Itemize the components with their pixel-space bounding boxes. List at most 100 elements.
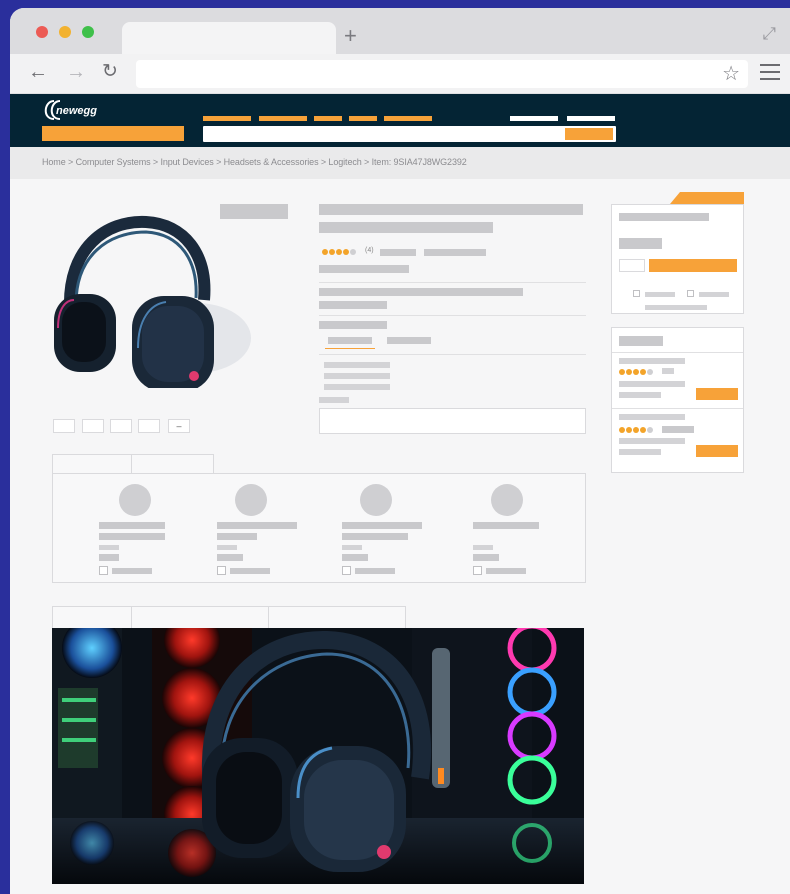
related-item-title [342, 522, 422, 529]
thumbnail-3[interactable] [110, 419, 132, 433]
nav-link-3[interactable] [314, 116, 342, 121]
product-lifestyle-image [52, 628, 584, 884]
option-tab-1-underline [325, 348, 375, 349]
related-item-subtitle [99, 533, 165, 540]
compare-checkbox[interactable] [633, 290, 640, 297]
feature-line-1 [319, 288, 523, 296]
description-tab-1[interactable] [52, 606, 132, 628]
offer-add-button[interactable] [696, 388, 738, 400]
badge-ribbon [670, 192, 744, 204]
compare-label [112, 568, 152, 574]
related-item-2[interactable] [217, 484, 307, 579]
related-item-1[interactable] [99, 484, 179, 579]
buy-box [611, 204, 744, 314]
search-input[interactable] [203, 126, 616, 142]
related-item-4[interactable] [473, 484, 553, 579]
wishlist-checkbox[interactable] [687, 290, 694, 297]
browser-tab[interactable] [122, 22, 336, 54]
tab-1[interactable] [52, 454, 132, 474]
browser-window: + ⤢ ← → ↻ ☆ newegg Home > Computer Syste… [10, 8, 790, 894]
related-item-subtitle [342, 533, 408, 540]
offer-rating-count [662, 426, 694, 433]
related-item-price [342, 554, 368, 561]
menu-icon[interactable] [760, 64, 780, 85]
bullet-line-1 [324, 362, 390, 368]
nav-link-2[interactable] [259, 116, 307, 121]
offer-rating-stars [619, 368, 653, 375]
nav-link-1[interactable] [203, 116, 251, 121]
offer-add-button[interactable] [696, 445, 738, 457]
related-item-price [217, 554, 243, 561]
compare-checkbox[interactable] [473, 566, 482, 575]
related-item-subtitle [217, 533, 257, 540]
related-item-3[interactable] [342, 484, 432, 579]
breadcrumb-text[interactable]: Home > Computer Systems > Input Devices … [42, 157, 467, 167]
divider [319, 282, 586, 283]
reviews-link[interactable] [380, 249, 416, 256]
product-subtitle [319, 265, 409, 273]
quantity-stepper[interactable] [619, 259, 645, 272]
newegg-logo[interactable]: newegg [40, 98, 116, 124]
add-to-cart-button[interactable] [649, 259, 737, 272]
compare-checkbox[interactable] [217, 566, 226, 575]
compare-checkbox[interactable] [99, 566, 108, 575]
reload-icon[interactable]: ↻ [102, 60, 118, 84]
product-image[interactable] [46, 208, 258, 388]
option-tab-2[interactable] [387, 337, 431, 344]
nav-link-4[interactable] [349, 116, 377, 121]
compare-label [355, 568, 395, 574]
site-header: newegg [10, 94, 790, 147]
seller-line [645, 305, 707, 310]
tab-2[interactable] [131, 454, 214, 474]
qa-link[interactable] [424, 249, 486, 256]
offer-rating-count [662, 368, 674, 374]
search-button[interactable] [565, 128, 613, 140]
browser-toolbar: ← → ↻ ☆ [10, 54, 790, 94]
thumbnail-4[interactable] [138, 419, 160, 433]
bullet-line-4 [319, 397, 349, 403]
related-item-rating [473, 545, 493, 550]
thumbnail-more-button[interactable]: – [168, 419, 190, 433]
maximize-window-button[interactable] [82, 26, 94, 38]
description-tab-3[interactable] [268, 606, 406, 628]
account-link[interactable] [510, 116, 558, 121]
cart-link[interactable] [567, 116, 615, 121]
related-item-rating [217, 545, 237, 550]
rating-count[interactable]: (4) [365, 247, 374, 254]
minimize-window-button[interactable] [59, 26, 71, 38]
wishlist-label [699, 292, 729, 297]
related-item-price [99, 554, 119, 561]
related-item-image [235, 484, 267, 516]
back-arrow-icon[interactable]: ← [28, 60, 48, 84]
option-tab-1[interactable] [328, 337, 372, 344]
offer-name [619, 414, 685, 420]
other-sellers-box [611, 327, 744, 473]
thumbnail-1[interactable] [53, 419, 75, 433]
related-item-rating [99, 545, 119, 550]
nav-link-5[interactable] [384, 116, 432, 121]
address-bar[interactable]: ☆ [136, 60, 748, 88]
expand-icon[interactable]: ⤢ [762, 24, 776, 44]
menu-button[interactable] [42, 126, 184, 141]
other-sellers-title [619, 336, 663, 346]
bookmark-star-icon[interactable]: ☆ [722, 61, 740, 86]
compare-checkbox[interactable] [342, 566, 351, 575]
price-value [619, 238, 662, 249]
offer-item[interactable] [612, 408, 743, 468]
bullet-line-3 [324, 384, 390, 390]
compare-label [645, 292, 675, 297]
offer-shipping [619, 438, 685, 444]
image-caption-placeholder [220, 204, 288, 219]
related-item-rating [342, 545, 362, 550]
thumbnail-2[interactable] [82, 419, 104, 433]
related-item-title [99, 522, 165, 529]
close-window-button[interactable] [36, 26, 48, 38]
compare-label [486, 568, 526, 574]
rating-stars[interactable] [322, 248, 356, 256]
logo-text: newegg [56, 105, 97, 117]
forward-arrow-icon[interactable]: → [66, 60, 86, 84]
description-tab-2[interactable] [131, 606, 269, 628]
offer-name [619, 358, 685, 364]
offer-item[interactable] [612, 352, 743, 408]
new-tab-button[interactable]: + [344, 24, 357, 48]
